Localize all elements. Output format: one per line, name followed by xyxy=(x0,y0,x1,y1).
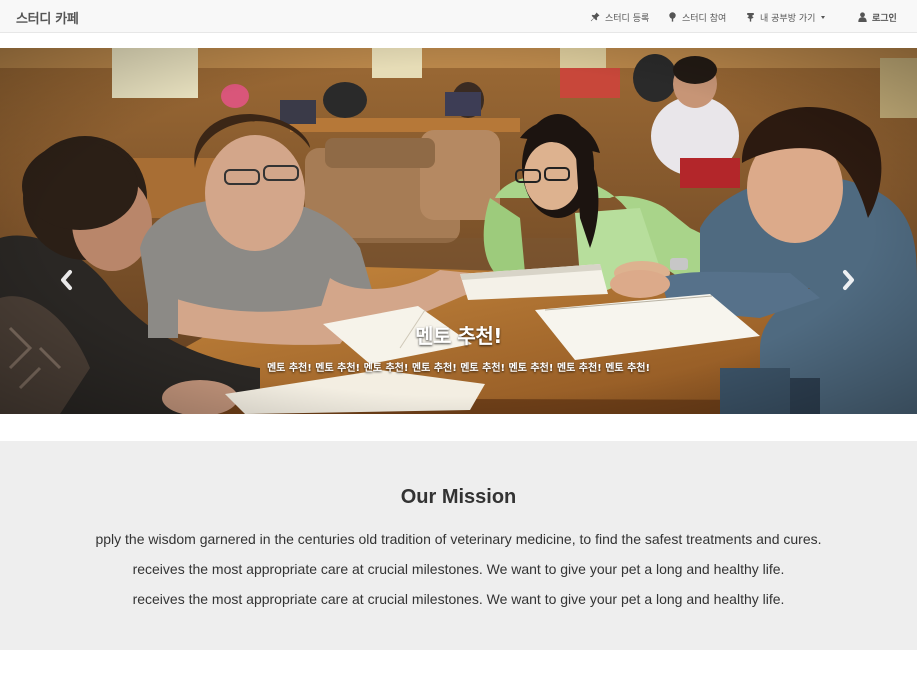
nav-study-join-label: 스터디 참여 xyxy=(682,13,727,24)
carousel-caption: 멘토 추천! 멘토 추천! 멘토 추천! 멘토 추천! 멘토 추천! 멘토 추천… xyxy=(0,320,917,374)
carousel-caption-text: 멘토 추천! 멘토 추천! 멘토 추천! 멘토 추천! 멘토 추천! 멘토 추천… xyxy=(266,363,651,374)
mission-section: Our Mission pply the wisdom garnered in … xyxy=(0,441,917,650)
nav-study-register-label: 스터디 등록 xyxy=(605,13,650,24)
pushpin-icon xyxy=(590,12,600,22)
top-navbar: 스터디 카페 스터디 등록 스터디 참여 내 공부방 가기 로그인 xyxy=(0,0,917,33)
carousel-next-button[interactable] xyxy=(839,266,859,294)
login-link[interactable]: 로그인 xyxy=(858,10,897,24)
tree-icon xyxy=(668,12,677,22)
chevron-left-icon xyxy=(56,270,76,298)
carousel-prev-button[interactable] xyxy=(56,266,76,294)
mission-line: receives the most appropriate care at cr… xyxy=(132,561,785,577)
chevron-right-icon xyxy=(839,270,859,298)
user-icon xyxy=(858,12,867,22)
caret-down-icon xyxy=(821,16,826,19)
mission-line: receives the most appropriate care at cr… xyxy=(132,591,785,607)
carousel-caption-title: 멘토 추천! xyxy=(415,324,502,348)
nav-my-study-label: 내 공부방 가기 xyxy=(760,13,816,24)
nav-study-join[interactable]: 스터디 참여 xyxy=(668,10,726,24)
hero-carousel: 멘토 추천! 멘토 추천! 멘토 추천! 멘토 추천! 멘토 추천! 멘토 추천… xyxy=(0,48,917,414)
mission-line: pply the wisdom garnered in the centurie… xyxy=(95,531,822,547)
login-label: 로그인 xyxy=(872,13,897,24)
tree-icon xyxy=(746,12,755,22)
mission-title: Our Mission xyxy=(400,486,517,508)
nav-my-study-dropdown[interactable]: 내 공부방 가기 xyxy=(746,10,826,24)
nav-study-register[interactable]: 스터디 등록 xyxy=(590,10,649,24)
brand-logo[interactable]: 스터디 카페 xyxy=(16,8,79,27)
